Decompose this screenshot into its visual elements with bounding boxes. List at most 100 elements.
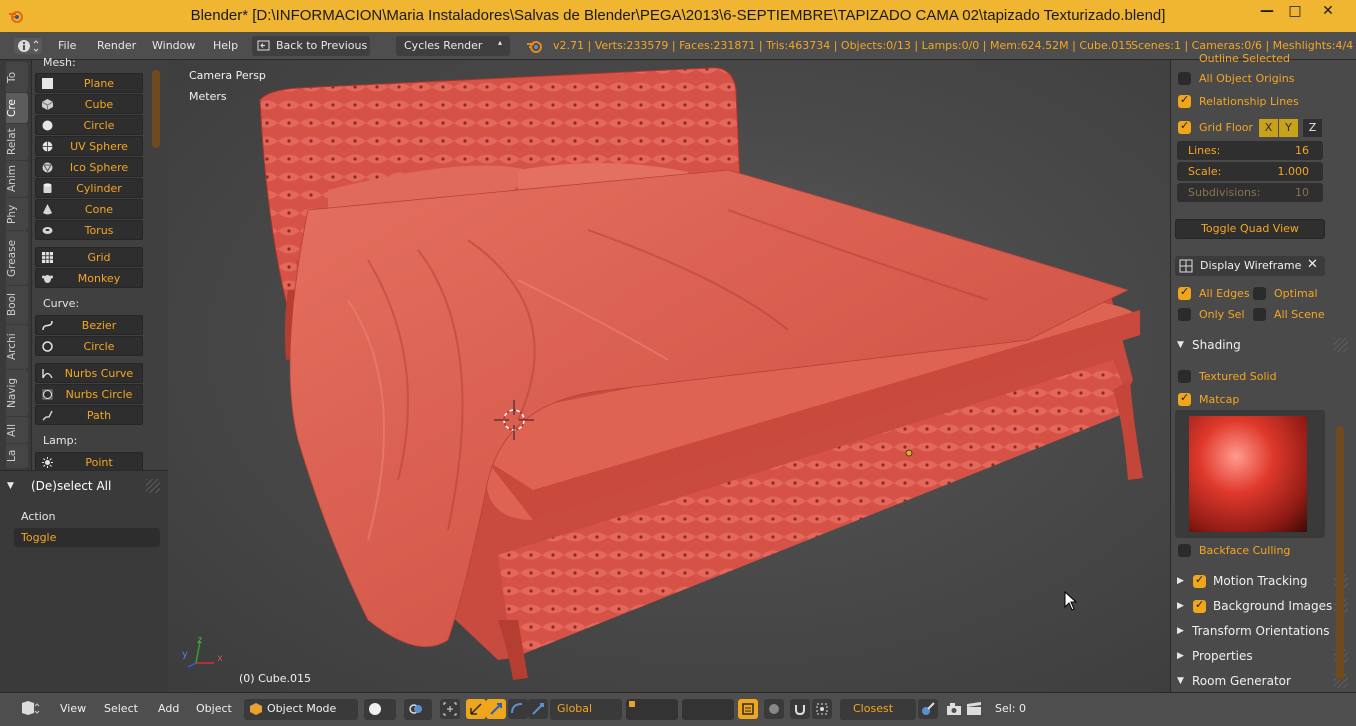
tab-navig[interactable]: Navig	[6, 370, 28, 416]
grid-subdivisions-field[interactable]: Subdivisions: 10	[1177, 183, 1323, 202]
menu-add[interactable]: Add	[158, 702, 179, 715]
add-ico-sphere-button[interactable]: Ico Sphere	[35, 157, 143, 177]
shading-expand-icon[interactable]: ▼	[1177, 340, 1184, 350]
tab-create[interactable]: Cre	[6, 93, 28, 123]
3d-viewport[interactable]: Camera Persp Meters x z y (0) Cube.015	[168, 60, 1170, 692]
translate-manipulator-button[interactable]	[486, 699, 506, 719]
all-scene-checkbox[interactable]	[1253, 308, 1266, 321]
add-grid-button[interactable]: Grid	[35, 247, 143, 267]
scale-manipulator-button[interactable]	[528, 699, 548, 719]
menu-object[interactable]: Object	[196, 702, 232, 715]
transform-orientations-header[interactable]: Transform Orientations	[1192, 624, 1330, 638]
scene-layers-b[interactable]	[682, 699, 734, 720]
menu-help[interactable]: Help	[213, 39, 238, 52]
grid-floor-checkbox[interactable]	[1178, 119, 1191, 134]
tab-la[interactable]: La	[6, 444, 28, 468]
background-images-header[interactable]: Background Images	[1213, 599, 1332, 613]
tab-animation[interactable]: Anim	[6, 161, 28, 197]
add-cone-button[interactable]: Cone	[35, 199, 143, 219]
only-sel-checkbox[interactable]	[1178, 308, 1191, 321]
maximize-button[interactable]: □	[1280, 2, 1310, 22]
tab-archi[interactable]: Archi	[6, 325, 28, 369]
add-curve-circle-button[interactable]: Circle	[35, 336, 143, 356]
matcap-checkbox[interactable]	[1178, 391, 1191, 406]
snap-target-select[interactable]: Closest	[840, 699, 916, 720]
render-animation-button[interactable]	[964, 699, 984, 719]
all-object-origins-checkbox[interactable]	[1178, 72, 1191, 85]
pivot-point-select[interactable]	[404, 699, 432, 720]
add-bezier-button[interactable]: Bezier	[35, 315, 143, 335]
panel-grip-icon[interactable]	[146, 479, 160, 493]
add-torus-button[interactable]: Torus	[35, 220, 143, 240]
tab-tools[interactable]: To	[6, 62, 28, 92]
tab-all[interactable]: All	[6, 417, 28, 443]
shading-header[interactable]: Shading	[1192, 338, 1241, 352]
minimize-button[interactable]: —	[1252, 2, 1282, 22]
scene-layers-a[interactable]	[626, 699, 678, 720]
render-image-button[interactable]	[944, 699, 964, 719]
snap-toggle-button[interactable]	[790, 699, 810, 719]
motion-tracking-header[interactable]: Motion Tracking	[1213, 574, 1307, 588]
action-select[interactable]: Toggle	[14, 528, 160, 547]
menu-select[interactable]: Select	[104, 702, 138, 715]
tab-physics[interactable]: Phy	[6, 198, 28, 230]
add-cube-button[interactable]: Cube	[35, 94, 143, 114]
grid-axis-y-toggle[interactable]: Y	[1279, 119, 1298, 137]
background-images-checkbox[interactable]	[1193, 598, 1206, 613]
optimal-checkbox[interactable]	[1253, 287, 1266, 300]
transform-orientation-select[interactable]: Global	[550, 699, 622, 720]
menu-window[interactable]: Window	[152, 39, 195, 52]
render-engine-select[interactable]: Cycles Render ▴	[396, 36, 510, 56]
add-nurbs-curve-button[interactable]: Nurbs Curve	[35, 363, 143, 383]
tab-relations[interactable]: Relat	[6, 124, 28, 160]
properties-header[interactable]: Properties	[1192, 649, 1253, 663]
grid-scale-field[interactable]: Scale: 1.000	[1177, 162, 1323, 181]
bed-model[interactable]	[168, 60, 1170, 692]
lock-layers-button[interactable]	[738, 699, 758, 719]
grid-axis-z-toggle[interactable]: Z	[1303, 119, 1322, 137]
properties-expand-icon[interactable]: ▶	[1177, 651, 1184, 661]
add-circle-button[interactable]: Circle	[35, 115, 143, 135]
all-edges-checkbox[interactable]	[1178, 285, 1191, 300]
collapse-triangle-icon[interactable]: ▼	[7, 481, 14, 491]
mode-select[interactable]: Object Mode	[244, 699, 358, 720]
tab-bool[interactable]: Bool	[6, 286, 28, 324]
add-uv-sphere-button[interactable]: UV Sphere	[35, 136, 143, 156]
properties-scrollbar[interactable]	[1336, 426, 1344, 680]
room-generator-header[interactable]: Room Generator	[1192, 674, 1291, 688]
rotate-manipulator-button[interactable]	[508, 699, 528, 719]
add-plane-button[interactable]: Plane	[35, 73, 143, 93]
motion-tracking-expand-icon[interactable]: ▶	[1177, 576, 1184, 586]
motion-tracking-checkbox[interactable]	[1193, 573, 1206, 588]
transform-orientations-expand-icon[interactable]: ▶	[1177, 626, 1184, 636]
toolshelf-scrollbar[interactable]	[152, 70, 160, 148]
add-path-button[interactable]: Path	[35, 405, 143, 425]
remove-x-icon[interactable]: ✕	[1307, 257, 1318, 272]
editor-type-button[interactable]	[16, 699, 40, 719]
matcap-preview-frame[interactable]	[1175, 410, 1325, 538]
room-generator-expand-icon[interactable]: ▼	[1177, 676, 1184, 686]
add-cylinder-button[interactable]: Cylinder	[35, 178, 143, 198]
textured-solid-checkbox[interactable]	[1178, 370, 1191, 383]
backface-culling-checkbox[interactable]	[1178, 544, 1191, 557]
snap-element-select[interactable]	[812, 699, 832, 719]
back-to-previous-button[interactable]: Back to Previous	[252, 36, 370, 56]
add-nurbs-circle-button[interactable]: Nurbs Circle	[35, 384, 143, 404]
display-wireframe-header[interactable]: Display Wireframe ✕	[1175, 256, 1325, 276]
background-images-expand-icon[interactable]: ▶	[1177, 601, 1184, 611]
grid-lines-field[interactable]: Lines: 16	[1177, 141, 1323, 160]
close-button[interactable]: ✕	[1308, 2, 1348, 22]
viewport-shading-select[interactable]	[364, 699, 396, 720]
panel-grip-icon[interactable]	[1334, 338, 1348, 352]
relationship-lines-checkbox[interactable]	[1178, 93, 1191, 108]
menu-file[interactable]: File	[58, 39, 76, 52]
menu-view[interactable]: View	[60, 702, 86, 715]
add-monkey-button[interactable]: Monkey	[35, 268, 143, 288]
tab-grease-pencil[interactable]: Grease	[6, 231, 28, 285]
toggle-quad-view-button[interactable]: Toggle Quad View	[1175, 219, 1325, 239]
grid-axis-x-toggle[interactable]: X	[1259, 119, 1278, 137]
menu-render[interactable]: Render	[97, 39, 136, 52]
add-point-lamp-button[interactable]: Point	[35, 452, 143, 472]
editor-type-button[interactable]	[14, 38, 42, 54]
proportional-edit-button[interactable]	[764, 699, 784, 719]
